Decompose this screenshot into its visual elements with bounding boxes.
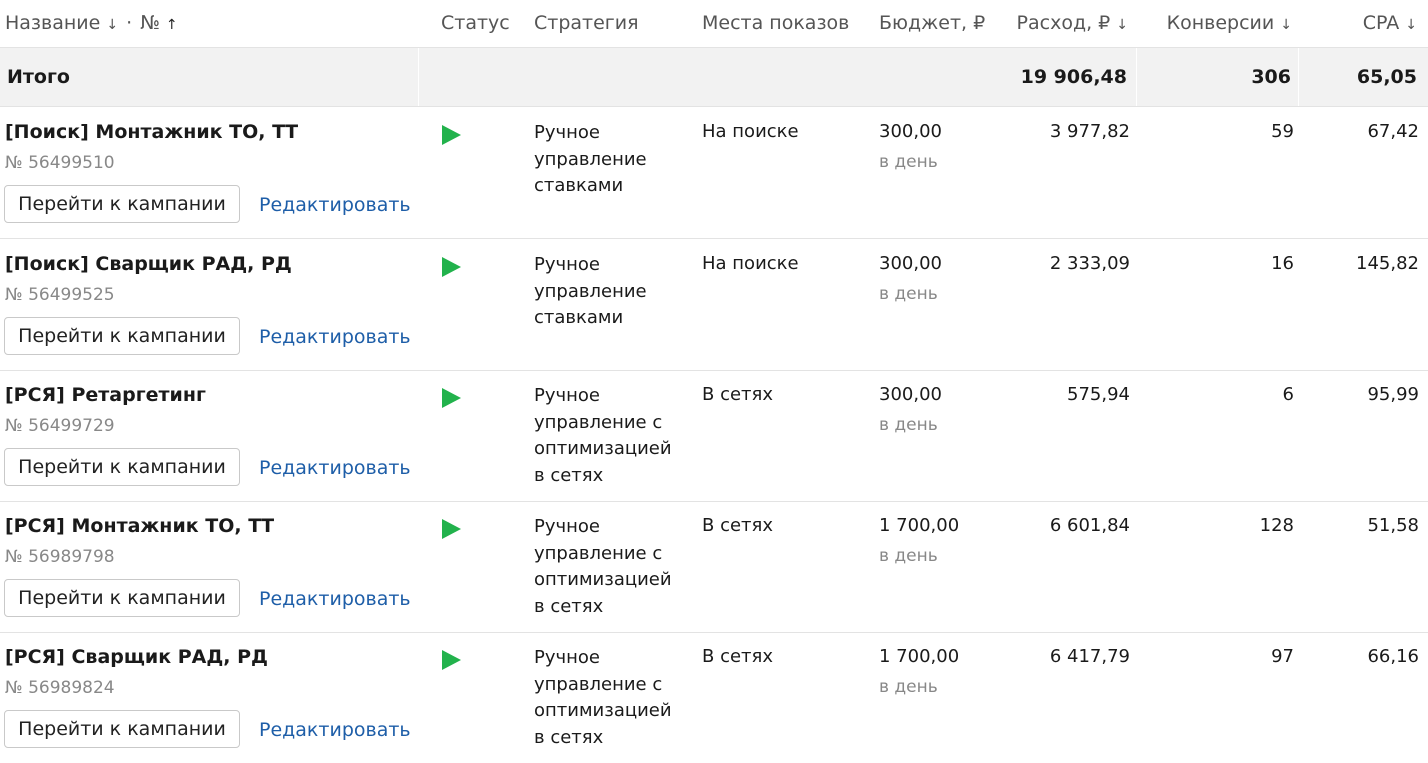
campaign-placement: На поиске [702, 253, 799, 274]
play-icon [442, 125, 461, 145]
campaign-cpa: 95,99 [1367, 384, 1419, 405]
campaign-budget: 1 700,00 [879, 646, 960, 667]
campaign-name: [РСЯ] Ретаргетинг [5, 384, 206, 406]
total-label: Итого [7, 66, 70, 88]
campaign-conversions: 6 [1282, 384, 1294, 405]
column-header-status[interactable]: Статус [441, 11, 510, 35]
campaign-strategy: Ручное управление с оптимизацией в сетях [534, 647, 672, 748]
column-header-strategy[interactable]: Стратегия [534, 11, 639, 35]
campaign-cpa: 51,58 [1367, 515, 1419, 536]
campaign-placement: В сетях [702, 646, 774, 667]
play-icon [442, 257, 461, 277]
campaign-number: № 56989798 [5, 547, 115, 567]
campaign-name: [РСЯ] Монтажник ТО, ТТ [5, 515, 275, 537]
campaign-spend: 6 417,79 [1049, 646, 1130, 667]
column-header-conversions[interactable]: Конверсии ↓ [1167, 11, 1292, 37]
campaign-name: [Поиск] Сварщик РАД, РД [5, 253, 292, 275]
campaign-budget: 1 700,00 [879, 515, 960, 536]
campaign-conversions: 16 [1271, 253, 1294, 274]
campaign-budget: 300,00 [879, 384, 942, 405]
go-to-campaign-button[interactable]: Перейти к кампании [4, 579, 240, 617]
campaign-cpa: 66,16 [1367, 646, 1419, 667]
campaign-strategy: Ручное управление ставками [534, 122, 647, 196]
column-conversions-label: Конверсии [1166, 12, 1275, 34]
campaign-name: [Поиск] Монтажник ТО, ТТ [5, 121, 299, 143]
sort-down-icon[interactable]: ↓ [106, 17, 118, 33]
campaign-name: [РСЯ] Сварщик РАД, РД [5, 646, 268, 668]
total-row: Итого 19 906,48 306 65,05 [0, 48, 1428, 107]
go-to-campaign-button[interactable]: Перейти к кампании [4, 317, 240, 355]
sort-up-icon[interactable]: ↑ [166, 17, 178, 33]
campaign-strategy: Ручное управление ставками [534, 254, 647, 328]
divider [1136, 48, 1137, 106]
campaign-placement: В сетях [702, 515, 774, 536]
total-cpa: 65,05 [1356, 66, 1417, 88]
column-spend-label: Расход, ₽ [1016, 12, 1111, 34]
campaign-placement: В сетях [702, 384, 774, 405]
campaign-spend: 575,94 [1067, 384, 1130, 405]
go-to-campaign-button[interactable]: Перейти к кампании [4, 185, 240, 223]
campaign-strategy: Ручное управление с оптимизацией в сетях [534, 385, 672, 486]
campaign-conversions: 128 [1259, 515, 1294, 536]
total-spend: 19 906,48 [1020, 66, 1127, 88]
play-icon [442, 388, 461, 408]
campaign-strategy: Ручное управление с оптимизацией в сетях [534, 516, 672, 617]
campaign-spend: 3 977,82 [1049, 121, 1130, 142]
column-number-label[interactable]: № [140, 12, 160, 34]
table-row: [РСЯ] Сварщик РАД, РД № 56989824 Перейти… [0, 632, 1428, 763]
campaign-number: № 56989824 [5, 678, 115, 698]
budget-period: в день [879, 546, 938, 566]
table-row: [Поиск] Сварщик РАД, РД № 56499525 Перей… [0, 239, 1428, 371]
total-conversions: 306 [1251, 66, 1291, 88]
campaign-spend: 2 333,09 [1049, 253, 1130, 274]
budget-period: в день [879, 284, 938, 304]
go-to-campaign-button[interactable]: Перейти к кампании [4, 710, 240, 748]
edit-link[interactable]: Редактировать [259, 193, 411, 217]
column-name-label: Название [5, 12, 101, 34]
budget-period: в день [879, 415, 938, 435]
divider [418, 48, 419, 106]
column-header-cpa[interactable]: CPA ↓ [1363, 11, 1417, 37]
budget-period: в день [879, 677, 938, 697]
play-icon [442, 519, 461, 539]
play-icon [442, 650, 461, 670]
edit-link[interactable]: Редактировать [259, 325, 411, 349]
campaign-budget: 300,00 [879, 121, 942, 142]
campaign-number: № 56499510 [5, 153, 115, 173]
table-header: Название ↓ · № ↑ Статус Стратегия Места пока… [0, 0, 1428, 48]
column-header-spend[interactable]: Расход, ₽ ↓ [1017, 11, 1128, 37]
campaign-number: № 56499729 [5, 416, 115, 436]
separator-dot: · [126, 12, 133, 34]
campaign-spend: 6 601,84 [1049, 515, 1130, 536]
table-row: [РСЯ] Монтажник ТО, ТТ № 56989798 Перейт… [0, 501, 1428, 633]
campaign-number: № 56499525 [5, 285, 115, 305]
column-header-placements[interactable]: Места показов [702, 11, 849, 35]
divider [1298, 48, 1299, 106]
budget-period: в день [879, 152, 938, 172]
sort-down-icon[interactable]: ↓ [1116, 17, 1128, 33]
edit-link[interactable]: Редактировать [259, 718, 411, 742]
table-row: [РСЯ] Ретаргетинг № 56499729 Перейти к к… [0, 370, 1428, 502]
campaign-conversions: 97 [1271, 646, 1294, 667]
table-row: [Поиск] Монтажник ТО, ТТ № 56499510 Пере… [0, 107, 1428, 239]
campaign-conversions: 59 [1271, 121, 1294, 142]
campaign-budget: 300,00 [879, 253, 942, 274]
campaign-cpa: 67,42 [1367, 121, 1419, 142]
sort-down-icon[interactable]: ↓ [1405, 17, 1417, 33]
go-to-campaign-button[interactable]: Перейти к кампании [4, 448, 240, 486]
edit-link[interactable]: Редактировать [259, 587, 411, 611]
campaign-placement: На поиске [702, 121, 799, 142]
edit-link[interactable]: Редактировать [259, 456, 411, 480]
sort-down-icon[interactable]: ↓ [1280, 17, 1292, 33]
column-header-budget[interactable]: Бюджет, ₽ [879, 11, 985, 35]
column-cpa-label: CPA [1362, 12, 1400, 34]
campaign-cpa: 145,82 [1356, 253, 1419, 274]
column-header-name[interactable]: Название ↓ · № ↑ [5, 11, 178, 37]
